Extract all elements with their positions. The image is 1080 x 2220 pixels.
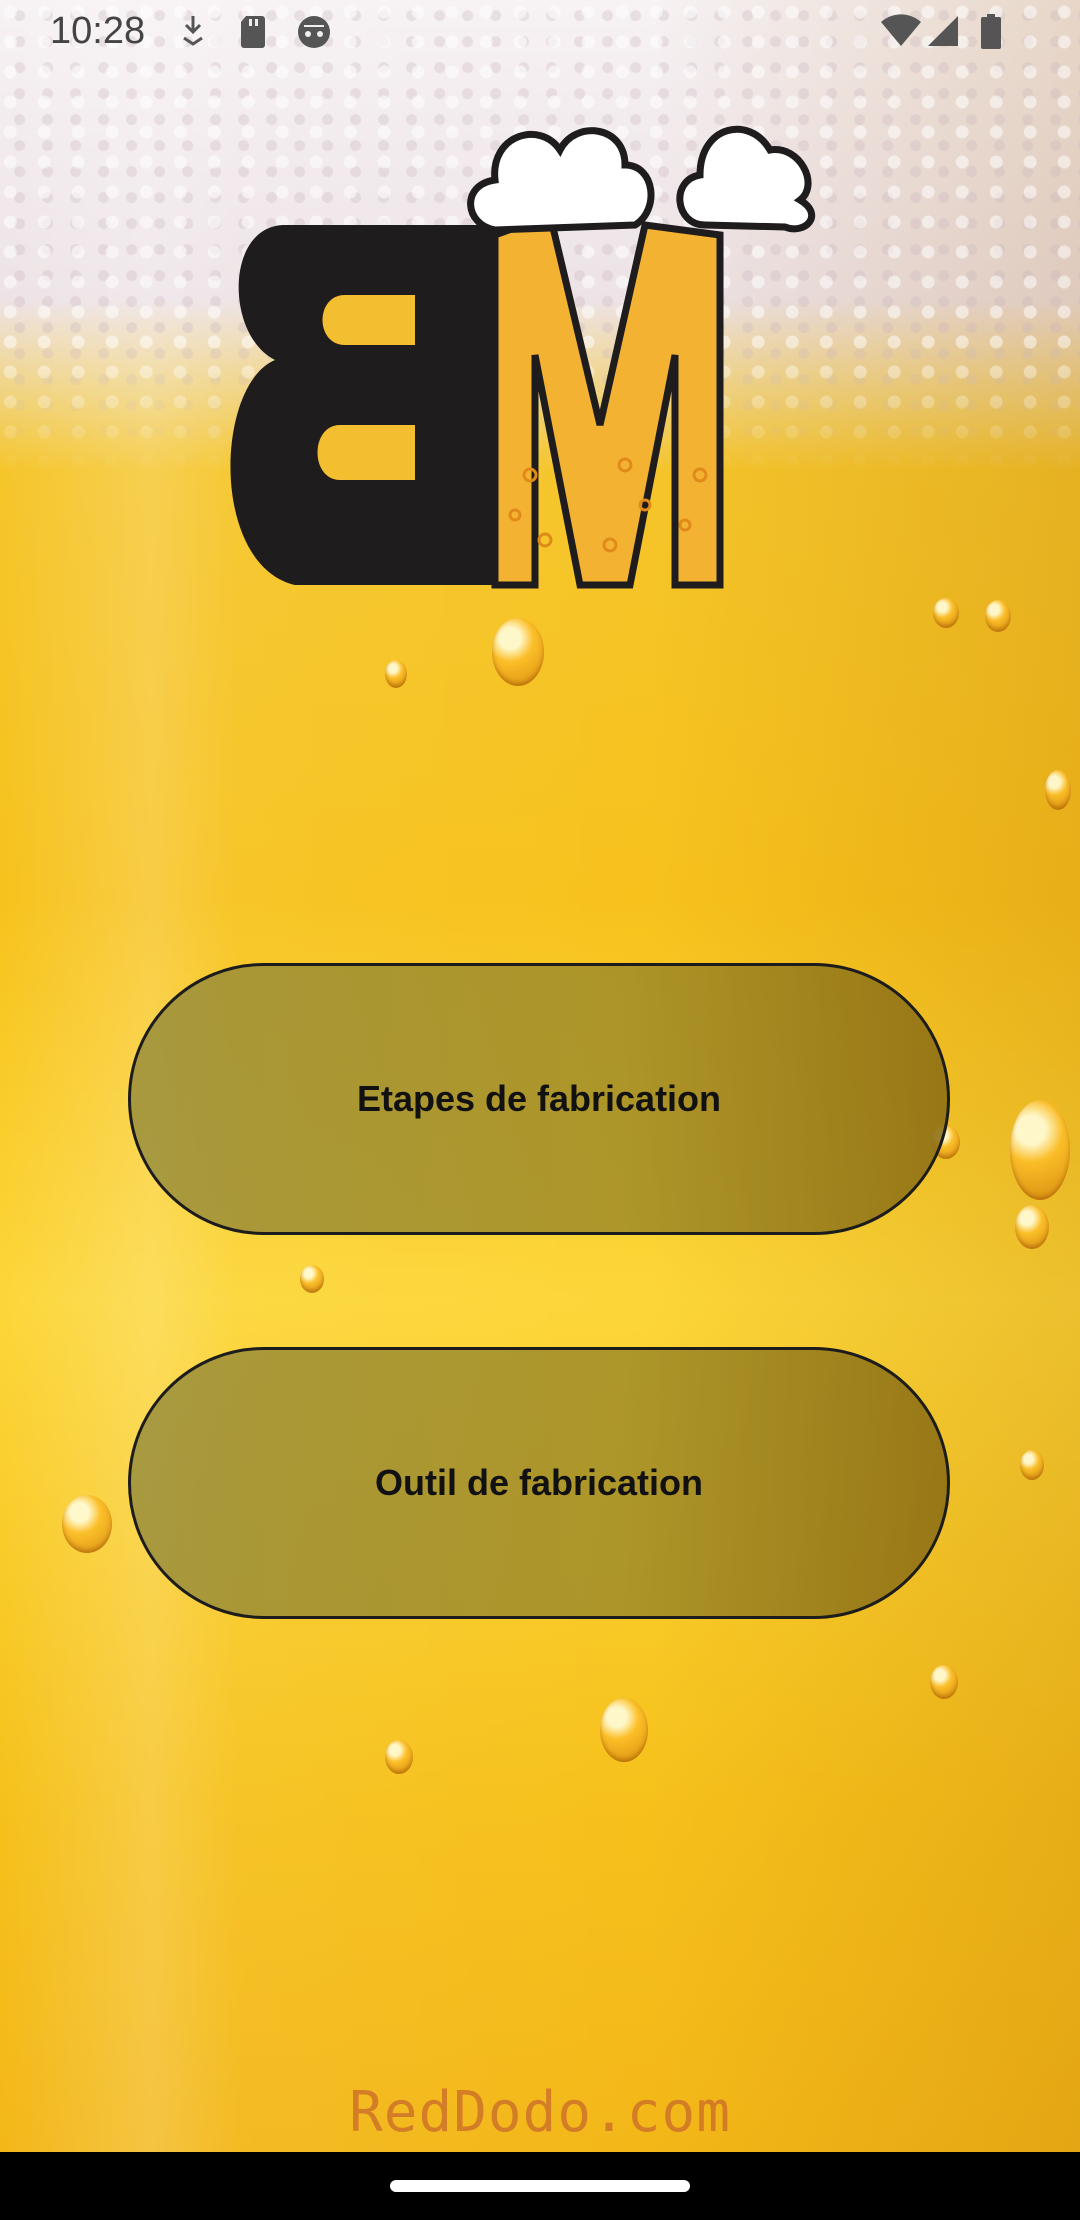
system-navigation-bar bbox=[0, 2152, 1080, 2220]
bubble bbox=[492, 618, 544, 686]
bubble bbox=[385, 1740, 413, 1774]
status-time: 10:28 bbox=[50, 10, 146, 52]
bubble bbox=[1045, 770, 1071, 810]
watermark: RedDodo.com bbox=[349, 2080, 731, 2145]
battery-icon bbox=[980, 14, 1002, 55]
bubble bbox=[1020, 1450, 1044, 1480]
bubble bbox=[1010, 1100, 1070, 1200]
bubble bbox=[930, 1665, 958, 1699]
bubble bbox=[933, 598, 959, 628]
home-gesture-handle[interactable] bbox=[390, 2180, 690, 2192]
wifi-icon bbox=[880, 14, 922, 53]
bubble bbox=[985, 600, 1011, 632]
manufacturing-tool-button[interactable]: Outil de fabrication bbox=[128, 1347, 950, 1619]
sd-card-icon bbox=[240, 14, 268, 53]
manufacturing-tool-label: Outil de fabrication bbox=[374, 1462, 704, 1503]
bubble bbox=[600, 1698, 648, 1762]
bubble bbox=[62, 1495, 112, 1553]
cell-signal-icon bbox=[926, 14, 960, 53]
download-icon bbox=[178, 14, 208, 53]
manufacturing-steps-label: Etapes de fabrication bbox=[356, 1078, 722, 1119]
bubble bbox=[385, 660, 407, 688]
bubble bbox=[1015, 1205, 1049, 1249]
bubble bbox=[300, 1265, 324, 1293]
manufacturing-steps-button[interactable]: Etapes de fabrication bbox=[128, 963, 950, 1235]
status-bar: 10:28 bbox=[0, 0, 1080, 66]
android-face-icon bbox=[296, 14, 332, 55]
app-logo bbox=[205, 95, 875, 595]
screen-background: 10:28 Etapes de fabrication Outil de fab… bbox=[0, 0, 1080, 2220]
